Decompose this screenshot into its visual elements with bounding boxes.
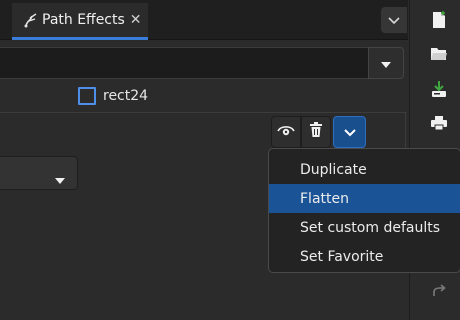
new-document-icon[interactable] [430,11,448,29]
chevron-down-icon [343,123,357,142]
object-label: rect24 [103,88,149,104]
save-icon[interactable] [430,80,448,98]
combo-dropdown-button[interactable] [368,47,404,79]
menu-item-set-custom-defaults[interactable]: Set custom defaults [269,213,460,242]
close-icon[interactable]: ✕ [130,12,142,28]
visibility-toggle-button[interactable] [271,116,301,148]
caret-down-icon [54,170,66,189]
effect-type-combo[interactable] [0,156,78,190]
menu-item-set-favorite[interactable]: Set Favorite [269,242,460,271]
tab-menu-button[interactable] [380,6,408,34]
menu-item-flatten[interactable]: Flatten [269,184,460,213]
eye-icon [277,123,295,142]
tab-label: Path Effects [42,12,125,28]
print-icon[interactable] [430,114,448,132]
caret-down-icon [380,54,392,73]
open-folder-icon[interactable] [430,45,448,63]
menu-item-duplicate[interactable]: Duplicate [269,155,460,184]
redo-icon[interactable] [430,282,448,300]
tab-path-effects[interactable]: Path Effects ✕ [12,3,148,40]
effect-search-combo[interactable] [0,47,404,79]
tab-bar: Path Effects ✕ [0,0,408,40]
chevron-down-icon [387,11,401,30]
effect-menu-button[interactable] [333,116,366,148]
selected-object: rect24 [78,87,148,105]
trash-icon [309,122,323,142]
delete-effect-button[interactable] [301,116,331,148]
rect-object-icon [78,87,96,105]
path-effects-icon [22,11,40,29]
effect-context-menu: Duplicate Flatten Set custom defaults Se… [268,148,460,273]
divider [0,112,406,113]
